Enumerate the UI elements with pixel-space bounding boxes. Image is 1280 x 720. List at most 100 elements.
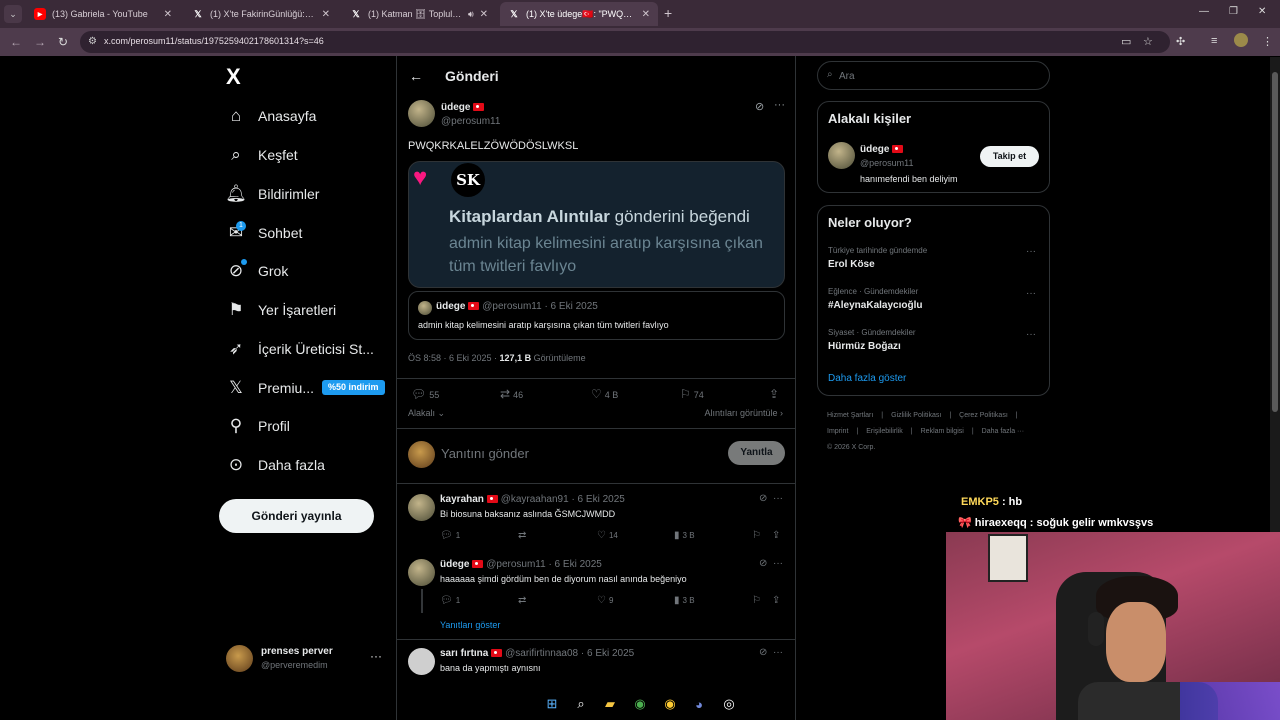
nav-profile[interactable]: ⚲ Profil <box>226 411 290 441</box>
grok-icon[interactable]: ⊘ <box>759 558 767 569</box>
more-icon[interactable]: ··· <box>1026 329 1036 340</box>
trend-item[interactable]: #AleynaKalaycıoğlu <box>828 300 922 311</box>
quoted-post[interactable]: üdege @perosum11 · 6 Eki 2025 admin kita… <box>408 291 785 340</box>
back-arrow-icon[interactable]: ← <box>409 68 423 84</box>
more-icon[interactable]: ··· <box>774 99 785 111</box>
search-input[interactable] <box>839 68 1039 84</box>
trend-item[interactable]: Erol Köse <box>828 259 875 270</box>
footer-link[interactable]: Gizlilik Politikası <box>891 412 941 419</box>
discord-icon[interactable]: ◕ <box>690 695 708 713</box>
show-more-link[interactable]: Daha fazla göster <box>828 373 906 384</box>
nav-creator-studio[interactable]: ➶ İçerik Üreticisi St... <box>226 334 374 364</box>
close-icon[interactable]: ✕ <box>642 9 650 20</box>
taskbar-search-icon[interactable]: ⌕ <box>572 695 590 713</box>
windows-start-icon[interactable]: ⊞ <box>543 695 561 713</box>
profile-avatar[interactable] <box>1234 33 1248 47</box>
avatar[interactable] <box>408 494 435 521</box>
tab-youtube[interactable]: ▶ (13) Gabriela - YouTube ✕ <box>26 2 180 26</box>
nav-grok[interactable]: ⊘ Grok <box>226 256 288 286</box>
tab-x-2[interactable]: 𝕏 (1) Katman 🗄 Topluluk / X 🔊︎ ✕ <box>342 2 496 26</box>
footer-link[interactable]: Erişilebilirlik <box>866 428 903 435</box>
file-explorer-icon[interactable]: ▰ <box>601 695 619 713</box>
reply-button[interactable]: 💬︎ 55 <box>411 387 439 401</box>
obs-icon[interactable]: ◎ <box>720 695 738 713</box>
repost-button[interactable]: ⇄ <box>518 530 529 541</box>
extensions-icon[interactable]: ✣ <box>1176 35 1185 48</box>
scrollbar-thumb[interactable] <box>1272 72 1278 412</box>
bookmark-button[interactable]: ⚐ <box>752 530 764 541</box>
reply-post[interactable]: üdege @perosum11 · 6 Eki 2025 ⊘ ··· haaa… <box>397 549 795 624</box>
tab-search-button[interactable]: ⌄ <box>4 5 22 23</box>
related-dropdown[interactable]: Alakalı ⌄ <box>408 408 445 419</box>
close-icon[interactable]: ✕ <box>164 9 172 20</box>
nav-explore[interactable]: ⌕ Keşfet <box>226 140 297 170</box>
footer-link[interactable]: Reklam bilgisi <box>921 428 964 435</box>
reply-input[interactable]: Yanıtını gönder <box>441 446 529 461</box>
footer-link[interactable]: Hizmet Şartları <box>827 412 873 419</box>
reply-button[interactable]: 💬︎ 1 <box>440 530 460 541</box>
reply-menu[interactable]: ⊘ ··· <box>759 493 783 504</box>
grok-icon[interactable]: ⊘ <box>759 647 767 658</box>
forward-icon[interactable]: → <box>34 35 46 49</box>
more-icon[interactable]: ··· <box>1026 288 1036 299</box>
nav-more[interactable]: ⊙ Daha fazla <box>226 450 325 480</box>
post-author-handle[interactable]: @perosum11 <box>441 116 500 127</box>
more-icon[interactable]: ··· <box>370 649 382 663</box>
search-box[interactable]: ⌕ <box>817 61 1050 90</box>
avatar[interactable] <box>408 100 435 127</box>
reply-author-name[interactable]: kayrahan <box>440 494 484 505</box>
reply-menu[interactable]: ⊘ ··· <box>759 647 783 658</box>
post-image[interactable]: ♥ SK Kitaplardan Alıntılar gönderini beğ… <box>408 161 785 288</box>
reply-submit-button[interactable]: Yanıtla <box>728 441 785 465</box>
close-window-icon[interactable]: ✕ <box>1258 6 1266 17</box>
share-button[interactable]: ⇪ <box>772 595 783 606</box>
bookmark-button[interactable]: ⚐ 74 <box>680 387 704 401</box>
address-bar[interactable]: ⚙ x.com/perosum11/status/197525940217860… <box>80 31 1170 53</box>
grok-icon[interactable]: ⊘ <box>759 493 767 504</box>
show-replies-link[interactable]: Yanıtları göster <box>440 620 500 630</box>
footer-link[interactable]: Imprint <box>827 428 848 435</box>
grok-icon[interactable]: ⊘ <box>755 100 764 113</box>
views-button[interactable]: ▮ 3 B <box>674 530 695 541</box>
chrome-profile-icon[interactable]: ◉ <box>661 695 679 713</box>
more-icon[interactable]: ··· <box>773 493 783 504</box>
menu-icon[interactable]: ⋮ <box>1262 35 1273 48</box>
post-author-name[interactable]: üdege <box>441 102 485 113</box>
site-info-icon[interactable]: ⚙ <box>88 36 97 47</box>
speaker-icon[interactable]: 🔊︎ <box>468 9 474 20</box>
like-button[interactable]: ♡ 14 <box>597 530 618 541</box>
more-icon[interactable]: ··· <box>1026 246 1036 257</box>
back-icon[interactable]: ← <box>10 35 22 49</box>
nav-home[interactable]: ⌂ Anasayfa <box>226 101 317 131</box>
account-switcher[interactable]: prenses perver @perveremedim ··· <box>226 644 386 674</box>
tab-x-active[interactable]: 𝕏 (1) X'te üdege🇹🇷: "PWQKRKALE ✕ <box>500 2 658 26</box>
views-button[interactable]: ▮ 3 B <box>674 595 695 606</box>
media-icon[interactable]: ≡ <box>1211 35 1217 47</box>
repost-button[interactable]: ⇄ <box>518 595 529 606</box>
reply-author-name[interactable]: sarı fırtına <box>440 648 488 659</box>
footer-link[interactable]: Daha fazla ··· <box>982 428 1024 435</box>
star-icon[interactable]: ☆ <box>1143 35 1153 48</box>
avatar[interactable] <box>408 648 435 675</box>
share-button[interactable]: ⇪ <box>769 387 782 401</box>
more-icon[interactable]: ··· <box>773 647 783 658</box>
reply-post[interactable]: kayrahan @kayraahan91 · 6 Eki 2025 ⊘ ···… <box>397 484 795 552</box>
cast-icon[interactable]: ▭ <box>1121 35 1131 48</box>
like-button[interactable]: ♡ 4 B <box>591 387 618 401</box>
new-tab-button[interactable]: + <box>664 5 672 21</box>
view-quotes-link[interactable]: Alıntıları görüntüle › <box>704 408 783 418</box>
close-icon[interactable]: ✕ <box>480 9 488 20</box>
bookmark-button[interactable]: ⚐ <box>752 595 764 606</box>
like-button[interactable]: ♡ 9 <box>597 595 613 606</box>
post-button[interactable]: Gönderi yayınla <box>219 499 374 533</box>
reply-menu[interactable]: ⊘ ··· <box>759 558 783 569</box>
x-logo[interactable]: X <box>226 64 241 90</box>
minimize-icon[interactable]: — <box>1199 6 1209 17</box>
reply-button[interactable]: 💬︎ 1 <box>440 595 460 606</box>
footer-link[interactable]: Çerez Politikası <box>959 412 1008 419</box>
trend-item[interactable]: Hürmüz Boğazı <box>828 341 901 352</box>
person-name[interactable]: üdege <box>860 144 904 155</box>
nav-bookmarks[interactable]: ⚑ Yer İşaretleri <box>226 295 336 325</box>
share-button[interactable]: ⇪ <box>772 530 783 541</box>
chrome-icon[interactable]: ◉ <box>631 695 649 713</box>
